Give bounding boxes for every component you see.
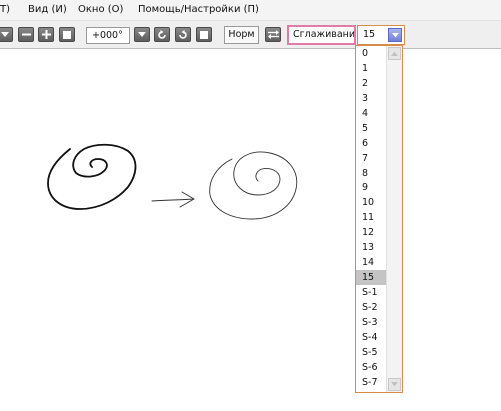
dropdown-option[interactable]: S-1 xyxy=(356,285,387,300)
dropdown-option[interactable]: 15 xyxy=(356,270,387,285)
dropdown-option[interactable]: 7 xyxy=(356,151,387,166)
dropdown-option[interactable]: 12 xyxy=(356,225,387,240)
drawing-canvas[interactable] xyxy=(0,49,501,411)
menu-item-view[interactable]: Вид (И) xyxy=(28,4,67,15)
reset-rotation-button[interactable] xyxy=(196,27,212,42)
plus-icon xyxy=(41,30,51,39)
normal-view-button[interactable]: Норм xyxy=(224,26,259,44)
smoothing-dropdown-list: 0 1 2 3 4 5 6 7 8 9 10 11 12 13 14 15 S-1 S-2 S-3 S-4 S-5 S-6… xyxy=(355,45,403,393)
chevron-up-icon xyxy=(391,48,398,59)
menu-bar: Т) Вид (И) Окно (О) Помощь/Настройки (П) xyxy=(0,0,501,21)
dropdown-option[interactable]: 5 xyxy=(356,121,387,136)
dropdown-option[interactable]: 4 xyxy=(356,106,387,121)
dropdown-option[interactable]: S-5 xyxy=(356,345,387,360)
smoothing-label: Сглаживание xyxy=(287,25,356,45)
brush-size-dropdown-button[interactable] xyxy=(0,27,13,42)
canvas-drawing xyxy=(47,143,298,220)
minus-icon xyxy=(21,30,31,39)
stop-icon xyxy=(200,30,208,39)
dropdown-option[interactable]: 0 xyxy=(356,46,387,61)
rough-spiral-stroke xyxy=(47,143,137,210)
decrease-button[interactable] xyxy=(18,27,34,42)
chevron-down-icon xyxy=(391,379,398,390)
smoothing-select-value: 15 xyxy=(363,29,376,40)
smoothed-spiral-stroke xyxy=(209,151,298,220)
scroll-down-button[interactable] xyxy=(388,378,401,391)
rotate-left-icon xyxy=(157,29,167,40)
flip-button[interactable] xyxy=(265,27,281,42)
square-icon xyxy=(63,30,71,39)
menu-item-edit[interactable]: Т) xyxy=(0,4,10,15)
rotate-right-button[interactable] xyxy=(175,27,191,42)
dropdown-option[interactable]: 10 xyxy=(356,195,387,210)
rotate-left-button[interactable] xyxy=(154,27,170,42)
scroll-up-button[interactable] xyxy=(388,47,401,60)
dropdown-option[interactable]: S-7 xyxy=(356,375,387,390)
dropdown-option[interactable]: 11 xyxy=(356,210,387,225)
dropdown-options: 0 1 2 3 4 5 6 7 8 9 10 11 12 13 14 15 S-1 S-2 S-3 S-4 S-5 S-6… xyxy=(356,46,387,390)
smoothing-select[interactable]: 15 xyxy=(357,25,405,45)
increase-button[interactable] xyxy=(38,27,54,42)
select-arrow-icon[interactable] xyxy=(388,28,402,42)
dropdown-scrollbar[interactable] xyxy=(386,46,402,392)
menu-item-window[interactable]: Окно (О) xyxy=(78,4,123,15)
dropdown-option[interactable]: S-4 xyxy=(356,330,387,345)
dropdown-option[interactable]: S-2 xyxy=(356,300,387,315)
dropdown-option[interactable]: S-6 xyxy=(356,360,387,375)
dropdown-option[interactable]: 8 xyxy=(356,166,387,181)
dropdown-option[interactable]: 6 xyxy=(356,136,387,151)
rotation-angle-input[interactable]: +000° xyxy=(86,27,130,44)
dropdown-option[interactable]: 13 xyxy=(356,240,387,255)
dropdown-arrow-icon xyxy=(1,31,9,38)
dropdown-option[interactable]: 2 xyxy=(356,76,387,91)
swap-icon xyxy=(267,30,279,39)
menu-item-help-settings[interactable]: Помощь/Настройки (П) xyxy=(138,4,259,15)
dropdown-option[interactable]: 14 xyxy=(356,255,387,270)
dropdown-option[interactable]: S-3 xyxy=(356,315,387,330)
dropdown-option[interactable]: 9 xyxy=(356,180,387,195)
rotate-right-icon xyxy=(178,29,188,40)
reset-size-button[interactable] xyxy=(59,27,75,42)
dropdown-option[interactable]: 3 xyxy=(356,91,387,106)
toolbar: +000° Норм Сглаживание 15 xyxy=(0,21,501,49)
dropdown-option[interactable]: 1 xyxy=(356,61,387,76)
chevron-down-icon xyxy=(138,31,146,38)
angle-dropdown-button[interactable] xyxy=(134,27,150,42)
arrow-line xyxy=(151,198,195,202)
